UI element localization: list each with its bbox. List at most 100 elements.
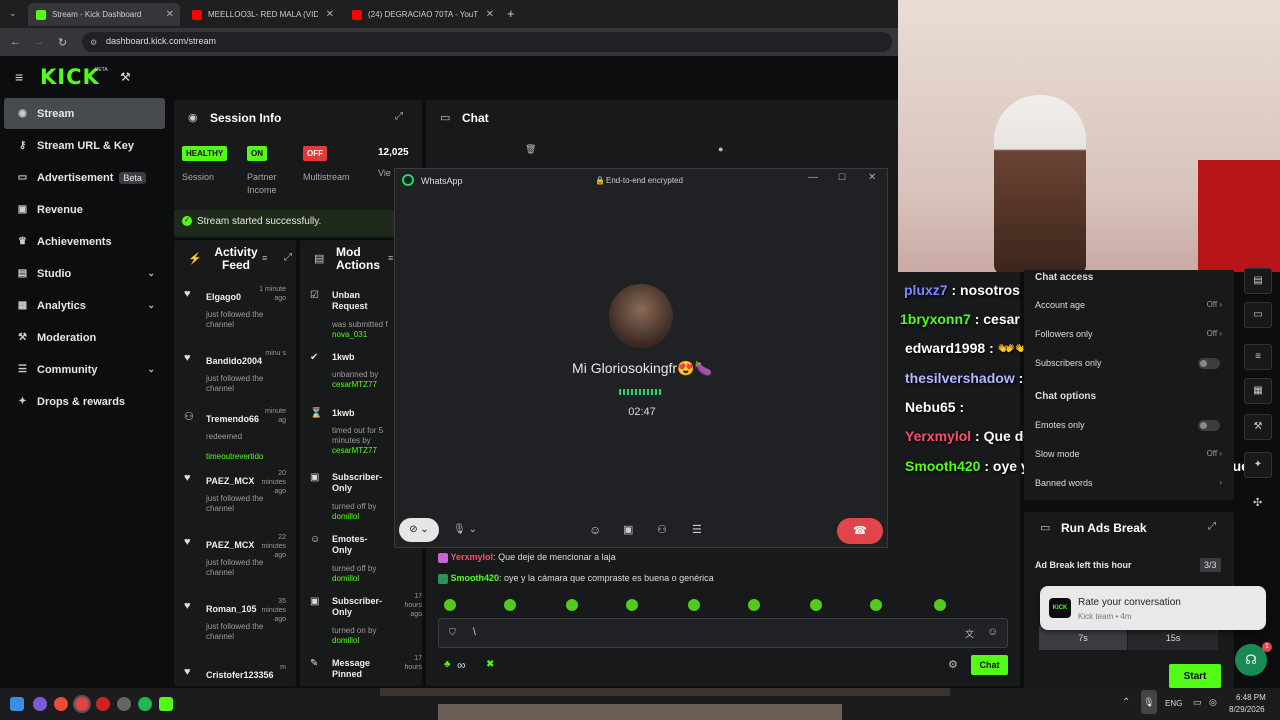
back-icon[interactable]: ← (10, 36, 21, 48)
feed-username[interactable]: Tremendo66 (206, 414, 259, 424)
feed-extra[interactable]: timeoutrevertido (206, 452, 263, 462)
emote-icon[interactable] (566, 599, 578, 611)
kicks-icon[interactable]: ♣ (444, 659, 451, 670)
spotify-icon[interactable] (138, 697, 152, 711)
setting-value[interactable]: Off › (1207, 329, 1222, 338)
puzzle-icon[interactable]: ✣ (1253, 496, 1262, 509)
url-field[interactable]: dashboard.kick.com/stream (82, 32, 892, 52)
rail-tune-icon[interactable]: ≡ (1244, 344, 1272, 370)
mod-action-user[interactable]: domillol (332, 636, 359, 646)
chevron-up-icon[interactable]: ⌃ (1122, 697, 1130, 708)
chrome-active-icon[interactable] (73, 695, 91, 713)
clock-time[interactable]: 6:48 PM (1236, 693, 1266, 702)
emoji-icon[interactable]: ☺ (987, 626, 998, 638)
network-icon[interactable]: ◎ (1209, 697, 1217, 708)
tab-youtube-2[interactable]: (24) DEGRACIAO 70TA - YouTub ✕ (344, 3, 500, 26)
windows-start-icon[interactable] (10, 697, 24, 711)
minimize-icon[interactable]: — (808, 172, 818, 183)
close-icon[interactable]: ✕ (868, 172, 876, 183)
sidebar-item-community[interactable]: ☰ Community ⌄ (4, 354, 165, 385)
expand-icon[interactable]: ⤢ (284, 252, 292, 263)
feed-username[interactable]: Roman_105 (206, 604, 257, 614)
chat-input[interactable]: ⛉ \ 文 ☺ (438, 618, 1008, 648)
mod-action-user[interactable]: domillol (332, 574, 359, 584)
emote-icon[interactable] (810, 599, 822, 611)
camera-off-button[interactable]: ⊘ ⌄ (399, 518, 439, 542)
kick-logo[interactable]: KICK (40, 65, 100, 89)
site-info-icon[interactable]: ⚙ (90, 38, 97, 47)
sidebar-item-achievements[interactable]: ♛ Achievements (4, 226, 165, 257)
end-call-button[interactable]: ☎ (837, 518, 883, 544)
mod-action-user[interactable]: domillol (332, 512, 359, 522)
banned-words-chevron-icon[interactable]: › (1219, 478, 1222, 487)
emote-icon[interactable] (934, 599, 946, 611)
message-icon[interactable]: ● (718, 144, 723, 154)
kick-app-icon[interactable] (159, 697, 173, 711)
sidebar-item-moderation[interactable]: ⚒ Moderation (4, 322, 165, 353)
sidebar-item-drops[interactable]: ✦ Drops & rewards (4, 386, 165, 417)
reload-icon[interactable]: ↻ (58, 36, 67, 49)
more-options-icon[interactable]: ☰ (692, 523, 702, 536)
emote-icon[interactable] (748, 599, 760, 611)
mod-action-user[interactable]: cesarMTZ77 (332, 446, 377, 456)
gear-icon[interactable]: ⚙ (948, 658, 958, 671)
rail-calendar-icon[interactable]: ▦ (1244, 378, 1272, 404)
sidebar-item-studio[interactable]: ▤ Studio ⌄ (4, 258, 165, 289)
mod-action-user[interactable]: cesarMTZ77 (332, 380, 377, 390)
emote-icon[interactable] (626, 599, 638, 611)
gift-icon[interactable]: ✖ (486, 659, 494, 670)
feed-username[interactable]: PAEZ_MCX (206, 476, 254, 486)
mod-action-user[interactable]: nova_031 (332, 330, 367, 340)
send-chat-button[interactable]: Chat (971, 655, 1008, 675)
app-icon[interactable] (96, 697, 110, 711)
emote-icon[interactable] (444, 599, 456, 611)
add-person-icon[interactable]: ⚇ (657, 523, 667, 536)
rail-list-icon[interactable]: ▤ (1244, 268, 1272, 294)
filter-icon[interactable]: ≡ (388, 253, 393, 263)
trash-icon[interactable]: 🗑 (525, 144, 536, 155)
chat-username[interactable]: Yerxmylol (451, 552, 494, 562)
screen-share-icon[interactable]: ▣ (623, 523, 633, 536)
sidebar-item-analytics[interactable]: ▦ Analytics ⌄ (4, 290, 165, 321)
emote-icon[interactable] (504, 599, 516, 611)
tab-kick-dashboard[interactable]: Stream - Kick Dashboard ✕ (28, 3, 180, 26)
rail-chat-icon[interactable]: ▭ (1244, 302, 1272, 328)
sidebar-item-advertisement[interactable]: ▭ Advertisement Beta (4, 162, 165, 193)
tab-youtube-1[interactable]: MEELLOO3L- RED MALA (VIDEO ✕ (184, 3, 340, 26)
subscribers-only-toggle[interactable] (1198, 358, 1220, 369)
close-icon[interactable]: ✕ (166, 9, 174, 20)
notification-toast[interactable]: KICK Rate your conversation Kick team • … (1040, 586, 1266, 630)
emote-icon[interactable] (688, 599, 700, 611)
microphone-icon[interactable]: 🎙 ⌄ (453, 524, 477, 535)
translate-icon[interactable]: 文 (965, 627, 974, 640)
start-ads-button[interactable]: Start (1169, 664, 1221, 688)
menu-icon[interactable]: ≡ (15, 69, 23, 85)
tab-list-icon[interactable]: ⌄ (9, 8, 17, 19)
feed-username[interactable]: PAEZ_MCX (206, 540, 254, 550)
expand-icon[interactable]: ⤢ (1208, 521, 1216, 532)
emote-icon[interactable] (870, 599, 882, 611)
sidebar-item-stream-url[interactable]: ⚷ Stream URL & Key (4, 130, 165, 161)
hammer-icon[interactable]: ⚒ (120, 70, 131, 84)
feed-username[interactable]: Elgago0 (206, 292, 241, 302)
sidebar-item-stream[interactable]: ◉ Stream (4, 98, 165, 129)
maximize-icon[interactable]: ☐ (838, 172, 846, 183)
rail-gift-icon[interactable]: ✦ (1244, 452, 1272, 478)
expand-icon[interactable]: ⤢ (395, 111, 403, 122)
rail-hammer-icon[interactable]: ⚒ (1244, 414, 1272, 440)
display-icon[interactable]: ▭ (1193, 697, 1202, 708)
new-tab-button[interactable]: + (507, 6, 515, 21)
close-icon[interactable]: ✕ (486, 9, 494, 20)
sidebar-item-revenue[interactable]: ▣ Revenue (4, 194, 165, 225)
forward-icon[interactable]: → (34, 36, 45, 48)
emotes-only-toggle[interactable] (1198, 420, 1220, 431)
emoji-icon[interactable]: ☺ (589, 523, 601, 537)
chat-username[interactable]: Smooth420 (451, 573, 500, 583)
close-icon[interactable]: ✕ (326, 9, 334, 20)
filter-icon[interactable]: ≡ (262, 253, 267, 263)
app-icon[interactable] (33, 697, 47, 711)
feed-username[interactable]: Bandido2004 (206, 356, 262, 366)
chrome-icon[interactable] (54, 697, 68, 711)
language-indicator[interactable]: ENG (1165, 699, 1182, 708)
setting-value[interactable]: Off › (1207, 449, 1222, 458)
